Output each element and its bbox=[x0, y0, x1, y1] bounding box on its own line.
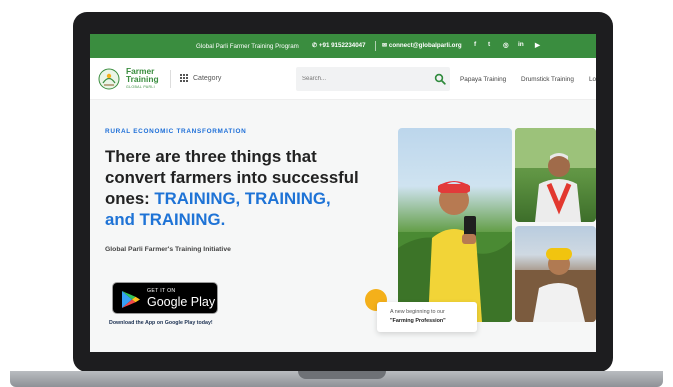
category-label: Category bbox=[193, 74, 222, 82]
email-link[interactable]: ✉ connect@globalparli.org bbox=[382, 42, 462, 49]
farmer-photo-top-right bbox=[515, 128, 596, 222]
twitter-icon[interactable]: t bbox=[488, 41, 490, 48]
logo-text-training: Training bbox=[126, 74, 159, 84]
nav-link-papaya-training[interactable]: Papaya Training bbox=[460, 76, 506, 83]
laptop-notch bbox=[298, 371, 386, 379]
search-box bbox=[296, 67, 450, 91]
tagline-card: A new beginning to our "Farming Professi… bbox=[377, 302, 477, 332]
gplay-label: Google Play bbox=[147, 295, 216, 309]
nav-link-drumstick-training[interactable]: Drumstick Training bbox=[521, 76, 574, 83]
site-logo[interactable]: Farmer Training GLOBAL PARLI bbox=[98, 66, 166, 94]
search-icon[interactable] bbox=[434, 73, 446, 85]
farmer-logo-icon bbox=[98, 68, 120, 90]
farmer-in-field-image bbox=[515, 248, 596, 322]
mail-icon: ✉ bbox=[382, 42, 389, 49]
phone-icon: ✆ bbox=[312, 42, 319, 49]
logo-text-global-parli: GLOBAL PARLI bbox=[126, 85, 155, 89]
card-line-1: A new beginning to our bbox=[390, 309, 445, 315]
phone-link[interactable]: ✆ +91 9152234047 bbox=[312, 42, 366, 49]
google-play-icon bbox=[122, 291, 140, 308]
hero-subtitle: Global Parli Farmer's Training Initiativ… bbox=[105, 246, 231, 253]
elderly-farmer-image bbox=[515, 128, 596, 222]
divider bbox=[375, 41, 376, 51]
farmer-photo-bottom-right bbox=[515, 226, 596, 322]
linkedin-icon[interactable]: in bbox=[518, 41, 524, 48]
farmer-photo-main bbox=[398, 128, 512, 322]
youtube-icon[interactable]: ▶ bbox=[535, 41, 540, 49]
category-menu[interactable]: Category bbox=[180, 74, 221, 82]
facebook-icon[interactable]: f bbox=[474, 41, 476, 48]
google-play-button[interactable]: GET IT ON Google Play bbox=[112, 282, 218, 314]
instagram-icon[interactable]: ◎ bbox=[503, 41, 509, 49]
website-screen: Global Parli Farmer Training Program ✆ +… bbox=[90, 34, 596, 352]
hero-kicker: RURAL ECONOMIC TRANSFORMATION bbox=[105, 128, 247, 135]
hero-headline: There are three things that convert farm… bbox=[105, 146, 365, 230]
search-input[interactable] bbox=[302, 73, 422, 85]
nav-link-more[interactable]: Lo bbox=[589, 76, 596, 83]
card-line-2: "Farming Profession" bbox=[390, 318, 446, 324]
laptop-mockup: Global Parli Farmer Training Program ✆ +… bbox=[0, 0, 673, 387]
download-caption: Download the App on Google Play today! bbox=[109, 320, 213, 326]
email-address: connect@globalparli.org bbox=[388, 42, 462, 49]
nav-divider bbox=[170, 70, 171, 88]
gplay-get-it-on: GET IT ON bbox=[147, 288, 176, 294]
program-title: Global Parli Farmer Training Program bbox=[196, 43, 299, 50]
grid-icon bbox=[180, 74, 188, 82]
farmer-with-phone-image bbox=[398, 181, 512, 322]
top-info-bar: Global Parli Farmer Training Program ✆ +… bbox=[90, 34, 596, 58]
phone-number: +91 9152234047 bbox=[318, 42, 366, 49]
main-nav: Farmer Training GLOBAL PARLI Category Pa… bbox=[90, 58, 596, 100]
